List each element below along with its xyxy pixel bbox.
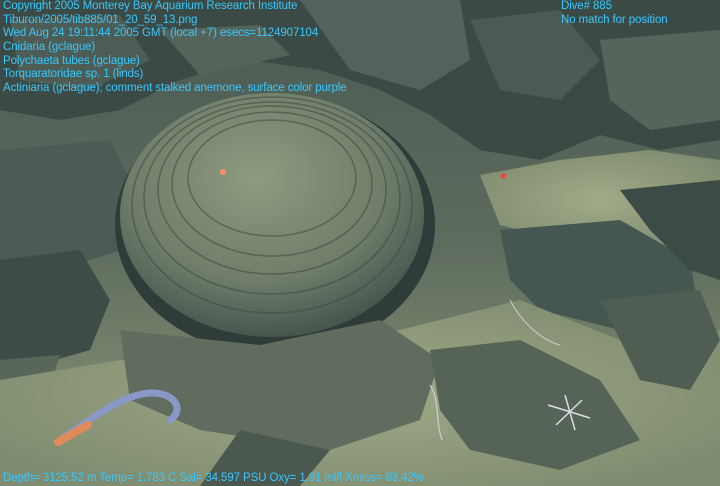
annotation-line: Polychaeta tubes (gclague) xyxy=(3,54,140,67)
dive-info: Dive# 885 No match for position xyxy=(561,0,668,27)
timestamp-line: Wed Aug 24 19:11:44 2005 GMT (local +7) … xyxy=(3,27,319,40)
annotation-line: Actiniaria (gclague); comment stalked an… xyxy=(3,82,347,95)
telemetry-line: Depth= 3125.52 m Temp= 1.783 C Sal= 34.5… xyxy=(3,472,424,484)
telemetry-readout: Depth= 3125.52 m Temp= 1.783 C Sal= 34.5… xyxy=(3,472,424,486)
video-annotation-header: Copyright 2005 Monterey Bay Aquarium Res… xyxy=(3,0,347,96)
dive-number: Dive# 885 xyxy=(561,0,612,12)
copyright-line: Copyright 2005 Monterey Bay Aquarium Res… xyxy=(3,0,298,12)
annotation-line: Cnidaria (gclague) xyxy=(3,41,96,54)
seafloor-video-frame: Copyright 2005 Monterey Bay Aquarium Res… xyxy=(0,0,720,486)
position-status: No match for position xyxy=(561,13,668,26)
filename-line: Tiburon/2005/tib885/01_20_59_13.png xyxy=(3,13,198,26)
annotation-line: Torquaratoridae sp. 1 (linds) xyxy=(3,68,144,81)
